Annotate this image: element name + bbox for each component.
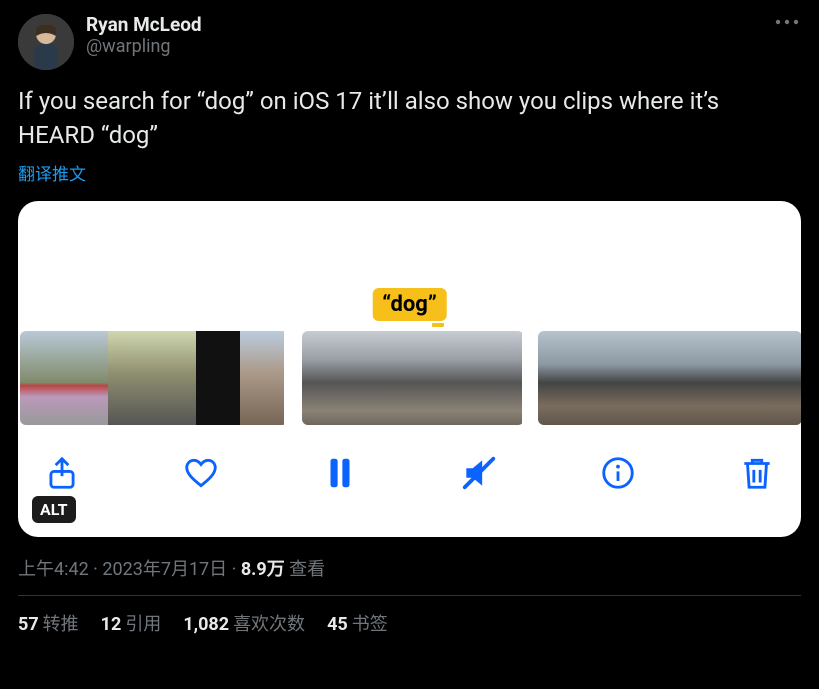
timestamp-row[interactable]: 上午4:42 · 2023年7月17日 · 8.9万 查看 [18,555,801,581]
stat-retweets[interactable]: 57转推 [18,610,79,636]
caption-tick [432,323,444,327]
stat-bookmarks[interactable]: 45书签 [327,610,388,636]
user-block: Ryan McLeod @warpling [86,14,773,58]
stat-likes[interactable]: 1,082喜欢次数 [183,610,305,636]
pause-icon[interactable] [316,449,364,497]
stat-quotes[interactable]: 12引用 [101,610,162,636]
alt-badge[interactable]: ALT [32,496,76,523]
stats-row: 57转推 12引用 1,082喜欢次数 45书签 [18,610,801,636]
views-count: 8.9万 [241,559,285,580]
caption-pill: “dog” [372,288,447,321]
time: 上午4:42 [18,559,89,580]
tweet: Ryan McLeod @warpling If you search for … [0,0,819,636]
views-label: 查看 [285,559,325,580]
share-icon[interactable] [38,449,86,497]
media-toolbar [18,425,801,521]
clip-3[interactable] [538,331,801,425]
user-handle[interactable]: @warpling [86,36,773,58]
display-name[interactable]: Ryan McLeod [86,14,773,36]
media-card[interactable]: “dog” [18,201,801,537]
filmstrip[interactable] [18,331,801,425]
avatar[interactable] [18,14,74,70]
mute-icon[interactable] [455,449,503,497]
translate-link[interactable]: 翻译推文 [18,160,801,185]
date: 2023年7月17日 [102,559,227,580]
clip-2[interactable] [302,331,524,425]
more-icon[interactable] [773,12,801,32]
tweet-text: If you search for “dog” on iOS 17 it’ll … [18,84,801,152]
info-icon[interactable] [594,449,642,497]
clip-1[interactable] [20,331,288,425]
media-header: “dog” [18,201,801,331]
trash-icon[interactable] [733,449,781,497]
heart-icon[interactable] [177,449,225,497]
divider [18,595,801,596]
tweet-header: Ryan McLeod @warpling [18,14,801,70]
